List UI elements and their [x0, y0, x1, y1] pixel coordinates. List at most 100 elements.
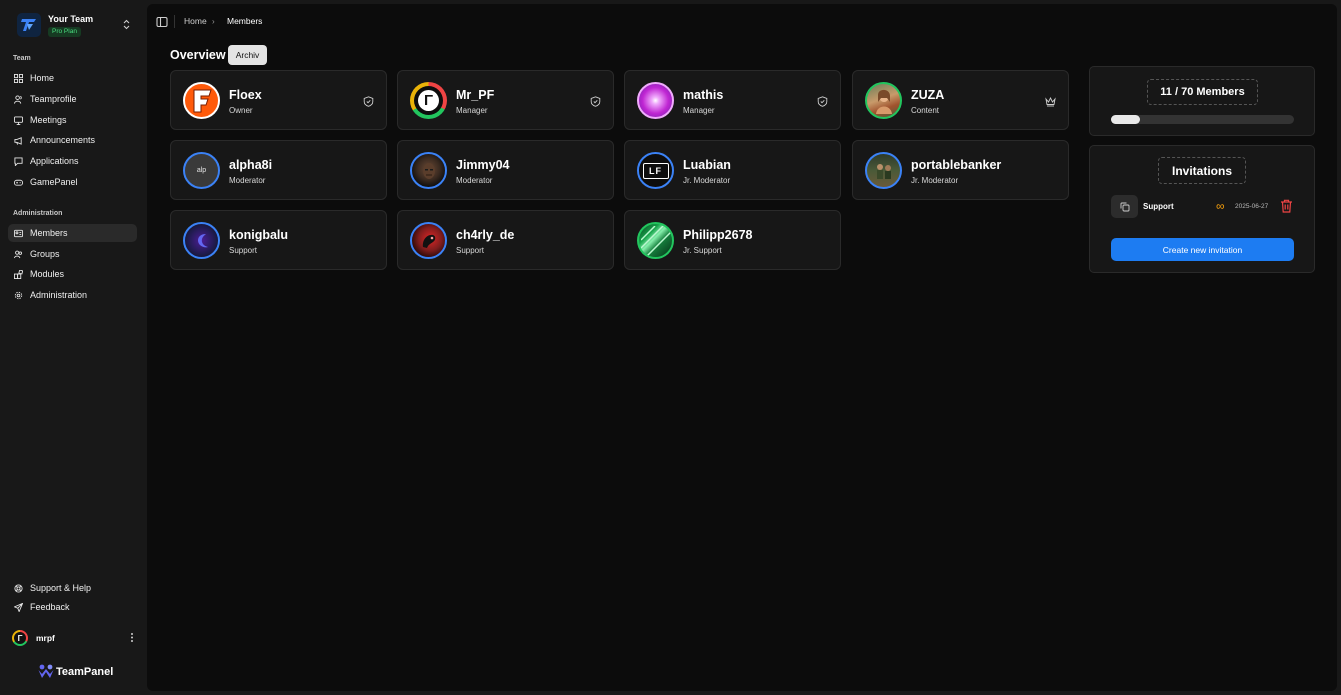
sidebar-item-administration[interactable]: Administration — [8, 286, 137, 304]
sidebar-item-label: Members — [30, 228, 68, 238]
member-card[interactable]: ch4rly_de Support — [397, 210, 614, 270]
megaphone-icon — [12, 134, 24, 146]
avatar — [410, 222, 447, 259]
sidebar-item-label: Announcements — [30, 135, 96, 145]
team-logo-icon — [17, 13, 41, 37]
member-name: Luabian — [683, 158, 731, 172]
sidebar-item-meetings[interactable]: Meetings — [8, 111, 137, 129]
member-name: Jimmy04 — [456, 158, 510, 172]
users-icon — [12, 93, 24, 105]
member-name: konigbalu — [229, 228, 289, 242]
sidebar-item-teamprofile[interactable]: Teamprofile — [8, 90, 137, 108]
settings-icon — [12, 289, 24, 301]
member-role: Moderator — [229, 176, 266, 185]
invitation-group: Support — [1143, 202, 1174, 211]
member-name: Mr_PF — [456, 88, 495, 102]
support-help-link[interactable]: Support & Help — [8, 579, 137, 597]
member-card[interactable]: portablebanker Jr. Moderator — [852, 140, 1069, 200]
avatar — [410, 152, 447, 189]
invitations-panel: Invitations Support ∞ 2025-06-27 Create … — [1089, 145, 1315, 273]
sidebar-item-home[interactable]: Home — [8, 69, 137, 87]
nav-section-team: Team — [13, 55, 31, 62]
team-name: Your Team — [48, 13, 94, 24]
feedback-link[interactable]: Feedback — [8, 598, 137, 616]
member-role: Support — [229, 246, 258, 255]
brand-name: TeamPanel — [56, 665, 114, 678]
teampanel-logo-icon — [38, 664, 54, 678]
avatar — [865, 152, 902, 189]
member-card[interactable]: Γ Mr_PF Manager — [397, 70, 614, 130]
archiv-button[interactable]: Archiv — [228, 45, 267, 65]
member-role: Jr. Moderator — [683, 176, 731, 185]
shield-icon — [590, 96, 601, 107]
avatar-initial: Γ — [14, 632, 26, 644]
sidebar: Your Team Pro Plan Team Home Teamprofile… — [0, 0, 147, 695]
chevron-right-icon: › — [212, 17, 215, 26]
user-name: mrpf — [36, 633, 55, 643]
member-card[interactable]: Floex Owner — [170, 70, 387, 130]
sidebar-item-groups[interactable]: Groups — [8, 245, 137, 263]
user-menu[interactable]: Γ mrpf — [12, 629, 136, 647]
member-name: mathis — [683, 88, 724, 102]
member-card[interactable]: LF Luabian Jr. Moderator — [624, 140, 841, 200]
invitations-title: Invitations — [1158, 157, 1246, 184]
id-card-icon — [12, 227, 24, 239]
member-count-panel: 11 / 70 Members — [1089, 66, 1315, 136]
member-role: Moderator — [456, 176, 493, 185]
monitor-icon — [12, 114, 24, 126]
breadcrumb-home[interactable]: Home — [184, 16, 207, 27]
users-group-icon — [12, 248, 24, 260]
brand-logo: TeamPanel — [38, 664, 113, 679]
sidebar-item-label: Teamprofile — [30, 94, 77, 104]
create-invitation-button[interactable]: Create new invitation — [1111, 238, 1294, 261]
chat-icon — [12, 155, 24, 167]
member-name: ch4rly_de — [456, 228, 515, 242]
sidebar-item-modules[interactable]: Modules — [8, 265, 137, 283]
avatar: Γ — [12, 630, 28, 646]
sidebar-item-members[interactable]: Members — [8, 224, 137, 242]
sidebar-item-gamepanel[interactable]: GamePanel — [8, 173, 137, 191]
sidebar-item-label: Administration — [30, 290, 88, 300]
avatar: Γ — [410, 82, 447, 119]
member-card[interactable]: alp alpha8i Moderator — [170, 140, 387, 200]
member-count-label: 11 / 70 Members — [1147, 79, 1258, 105]
member-role: Owner — [229, 106, 253, 115]
chevrons-up-down-icon — [123, 19, 130, 30]
sidebar-toggle-icon[interactable] — [156, 16, 168, 28]
sidebar-item-label: Home — [30, 73, 55, 83]
avatar-initial: LF — [642, 162, 669, 179]
infinity-icon: ∞ — [1216, 199, 1225, 213]
more-vertical-icon[interactable] — [130, 632, 134, 643]
avatar — [637, 222, 674, 259]
avatar — [637, 82, 674, 119]
gamepad-icon — [12, 176, 24, 188]
sidebar-item-announcements[interactable]: Announcements — [8, 131, 137, 149]
member-card[interactable]: Jimmy04 Moderator — [397, 140, 614, 200]
lifebuoy-icon — [12, 582, 24, 594]
avatar — [865, 82, 902, 119]
member-progress-fill — [1111, 115, 1140, 124]
breadcrumb-current: Members — [227, 16, 263, 26]
team-switcher[interactable]: Your Team Pro Plan — [14, 10, 134, 40]
member-card[interactable]: ZUZA Content — [852, 70, 1069, 130]
sidebar-item-label: Meetings — [30, 115, 67, 125]
feedback-label: Feedback — [30, 602, 70, 612]
member-progress-bar — [1111, 115, 1294, 124]
sidebar-item-applications[interactable]: Applications — [8, 152, 137, 170]
member-role: Support — [456, 246, 485, 255]
send-icon — [12, 601, 24, 613]
support-help-label: Support & Help — [30, 583, 92, 593]
member-card[interactable]: Philipp2678 Jr. Support — [624, 210, 841, 270]
member-card[interactable]: mathis Manager — [624, 70, 841, 130]
avatar-initial: Γ — [418, 90, 439, 111]
sidebar-item-label: Modules — [30, 269, 65, 279]
modules-icon — [12, 268, 24, 280]
member-name: ZUZA — [911, 88, 945, 102]
page-title: Overview — [170, 48, 226, 62]
invitation-date: 2025-06-27 — [1235, 203, 1269, 210]
copy-button[interactable] — [1111, 195, 1138, 218]
member-role: Content — [911, 106, 940, 115]
divider — [174, 15, 175, 28]
member-card[interactable]: konigbalu Support — [170, 210, 387, 270]
trash-icon[interactable] — [1280, 199, 1293, 213]
